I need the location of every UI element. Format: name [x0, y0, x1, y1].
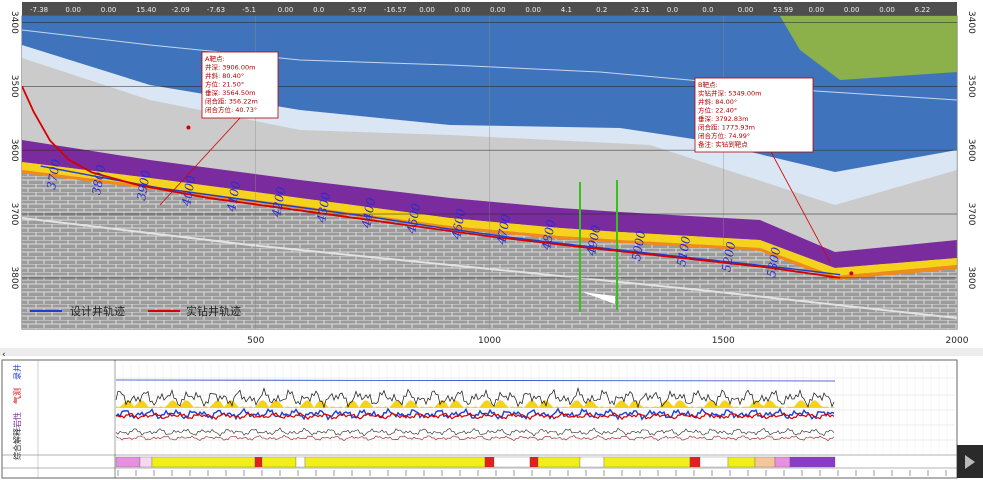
top-value: 6.22 [915, 6, 931, 14]
annotation-line: 方位: 22.40° [698, 106, 737, 115]
top-value: 0.00 [455, 6, 471, 14]
annotation-line: 垂深: 3564.50m [205, 88, 255, 97]
lithology-segment [699, 456, 729, 468]
top-value: 0.00 [419, 6, 435, 14]
lithology-segment [151, 456, 256, 468]
y-tick-label-left: 3500 [9, 75, 19, 98]
lithology-segment [774, 456, 791, 468]
top-value: 0.00 [65, 6, 81, 14]
top-value: 53.99 [773, 6, 793, 14]
top-value: 0.00 [101, 6, 117, 14]
y-tick-label-right: 3800 [966, 266, 976, 289]
x-tick-label: 1000 [478, 336, 501, 346]
annotation-line: 方位: 21.50° [205, 80, 244, 89]
annotation-line: 闭合距: 1773.93m [698, 123, 755, 132]
annotation-line: 实钻井深: 5349.00m [698, 89, 761, 98]
x-tick-label: 500 [247, 336, 264, 346]
top-value: 0.0 [667, 6, 678, 14]
annotation-line: 闭合方位: 40.73° [205, 105, 257, 114]
well-profile-view: -7.38 0.00 0.00 15.40 -2.09 -7.63 -5.1 0.00 0.0 -… [0, 0, 983, 480]
top-value: -7.38 [30, 6, 48, 14]
top-value: -5.97 [348, 6, 366, 14]
top-value: 15.40 [136, 6, 156, 14]
top-value: 0.00 [844, 6, 860, 14]
annotation-line: 闭合方位: 74.99° [698, 131, 750, 140]
lithology-segment [484, 456, 495, 468]
lithology-segment [579, 456, 605, 468]
x-tick-label: 2000 [946, 336, 969, 346]
y-tick-label-right: 3700 [966, 203, 976, 226]
annotation-line: 垂深: 3792.83m [698, 114, 748, 123]
track-label: 综合解释 [12, 428, 22, 460]
top-value: 0.0 [702, 6, 713, 14]
annotation-line: B靶点: [698, 80, 718, 89]
target-point [186, 125, 191, 130]
top-value: 0.2 [596, 6, 607, 14]
legend-design-label: 设计井轨迹 [70, 304, 125, 318]
lithology-segment [254, 456, 263, 468]
lithology-segment [261, 456, 297, 468]
track-label: 气测 [12, 388, 22, 404]
track-label: 录井 [12, 364, 22, 380]
track-label: 岩性 [12, 412, 22, 428]
lithology-segment [115, 456, 141, 468]
y-tick-label-left: 3800 [9, 266, 19, 289]
scroll-left-icon[interactable]: ‹ [2, 350, 6, 360]
well-trajectory-chart: -7.38 0.00 0.00 15.40 -2.09 -7.63 -5.1 0.00 0.0 -… [0, 2, 983, 479]
lithology-segment [529, 456, 539, 468]
top-value: 0.00 [490, 6, 506, 14]
top-value: 0.0 [313, 6, 324, 14]
top-value: -16.57 [384, 6, 407, 14]
top-value: 0.00 [278, 6, 294, 14]
lithology-segment [493, 456, 531, 468]
top-value: -5.1 [242, 6, 256, 14]
y-tick-label-left: 3700 [9, 203, 19, 226]
legend-actual-label: 实钻井轨迹 [186, 304, 241, 318]
top-value: -7.63 [207, 6, 225, 14]
top-value: 0.00 [879, 6, 895, 14]
lithology-segment [689, 456, 701, 468]
y-tick-label-left: 3400 [9, 11, 19, 34]
top-value: 0.00 [525, 6, 541, 14]
annotation-line: 备注: 实钻到靶点 [698, 140, 748, 149]
lithology-segment [603, 456, 691, 468]
lithology-segment [789, 456, 836, 468]
lithology-segment [727, 456, 756, 468]
lithology-segment [304, 456, 486, 468]
annotation-line: 井深: 3906.00m [205, 63, 255, 72]
top-value: -2.09 [172, 6, 190, 14]
lithology-segment [754, 456, 776, 468]
top-value: 0.00 [808, 6, 824, 14]
top-value: 4.1 [561, 6, 572, 14]
x-tick-label: 1500 [712, 336, 735, 346]
y-tick-label-right: 3600 [966, 139, 976, 162]
top-value: 0.00 [738, 6, 754, 14]
annotation-line: 闭合距: 356.22m [205, 97, 258, 106]
lithology-segment [139, 456, 153, 468]
top-value: -2.31 [632, 6, 650, 14]
y-tick-label-right: 3400 [966, 11, 976, 34]
y-tick-label-right: 3500 [966, 75, 976, 98]
lithology-segment [295, 456, 306, 468]
annotation-line: 井斜: 84.00° [698, 97, 737, 106]
annotation-line: 井斜: 80.40° [205, 71, 244, 80]
target-point [849, 271, 854, 276]
lithology-segment [537, 456, 581, 468]
annotation-line: A靶点: [205, 54, 225, 63]
panel-splitter[interactable] [0, 348, 983, 356]
y-tick-label-left: 3600 [9, 139, 19, 162]
